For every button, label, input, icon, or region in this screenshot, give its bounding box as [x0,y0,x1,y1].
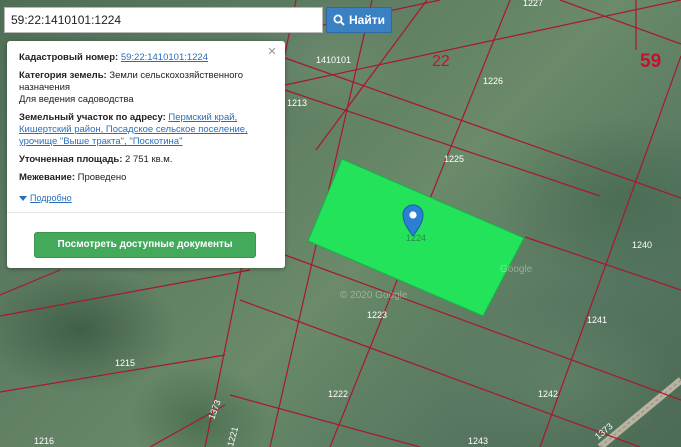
region-number: 59 [640,51,661,72]
parcel-label-1215: 1215 [115,358,135,368]
cadastral-row: Кадастровый номер: 59:22:1410101:1224 [19,52,273,64]
survey-row: Межевание: Проведено [19,172,273,184]
caret-down-icon [19,195,27,201]
area-value: 2 751 кв.м. [125,154,173,165]
address-label: Земельный участок по адресу: [19,112,166,123]
parcel-info-popup: × Кадастровый номер: 59:22:1410101:1224 … [7,41,285,268]
parcel-label-1223: 1223 [367,310,387,320]
parcel-label-1213: 1213 [287,98,307,108]
parcel-label-1227: 1227 [523,0,543,8]
parcel-label-1243: 1243 [468,436,488,446]
parcel-label-1240: 1240 [632,240,652,250]
quarter-label: 1410101 [316,55,351,65]
cadastral-label: Кадастровый номер: [19,52,119,63]
more-details-link[interactable]: Подробно [30,192,72,204]
close-icon[interactable]: × [265,44,279,59]
category-use: Для ведения садоводства [19,94,134,105]
watermark-copyright: © 2020 Google [340,290,408,301]
parcel-label-1242: 1242 [538,389,558,399]
view-documents-button[interactable]: Посмотреть доступные документы [34,232,256,258]
parcel-label-1226: 1226 [483,76,503,86]
survey-label: Межевание: [19,172,75,183]
view-documents-label: Посмотреть доступные документы [57,239,233,250]
cadastral-search-input[interactable] [4,7,323,33]
search-button-label: Найти [349,13,385,27]
category-label: Категория земель: [19,70,107,81]
parcel-label-1373-left: 1373 [206,398,222,420]
area-label: Уточненная площадь: [19,154,123,165]
area-row: Уточненная площадь: 2 751 кв.м. [19,154,273,166]
parcel-label-1225: 1225 [444,154,464,164]
selected-parcel-label: 1224 [406,233,426,243]
more-details-toggle[interactable]: Подробно [19,192,273,204]
parcel-label-1221: 1221 [225,426,240,447]
search-button[interactable]: Найти [326,7,392,33]
cadastral-link[interactable]: 59:22:1410101:1224 [121,52,208,63]
category-row: Категория земель: Земли сельскохозяйстве… [19,70,273,106]
parcel-label-1222: 1222 [328,389,348,399]
district-number: 22 [432,53,450,70]
popup-divider [7,212,285,213]
address-row: Земельный участок по адресу: Пермский кр… [19,112,273,148]
watermark-google: Google [500,264,533,275]
parcel-label-1241: 1241 [587,315,607,325]
survey-value: Проведено [77,172,127,183]
parcel-label-1216: 1216 [34,436,54,446]
search-icon [333,14,345,26]
